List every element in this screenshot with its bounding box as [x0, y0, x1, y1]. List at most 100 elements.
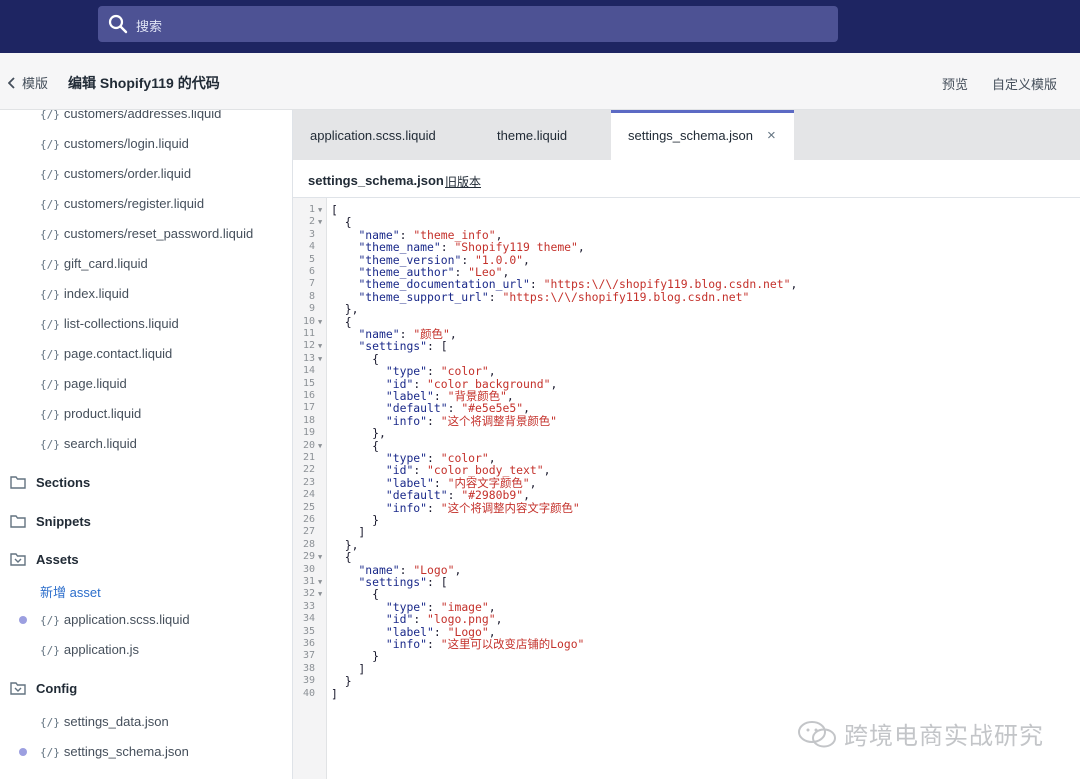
code-line[interactable]: 31 ▼ "settings": [: [293, 576, 1080, 589]
code-line[interactable]: 19 },: [293, 427, 1080, 440]
file-item[interactable]: {/} customers/register.liquid: [40, 196, 204, 211]
code-text: ]: [331, 686, 338, 701]
code-line[interactable]: 39 }: [293, 675, 1080, 688]
line-number: 5: [308, 253, 315, 265]
watermark: 跨境电商实战研究: [796, 716, 1044, 751]
search-icon: [108, 14, 128, 34]
folder-config[interactable]: Config: [10, 679, 77, 697]
search-bar[interactable]: 搜索: [98, 6, 838, 42]
fold-arrow-icon[interactable]: ▼: [318, 204, 322, 217]
add-asset-link[interactable]: 新增 asset: [40, 582, 101, 601]
folder-open-icon: [10, 553, 26, 566]
line-number: 37: [302, 650, 315, 662]
code-line[interactable]: 25 "info": "这个将调整内容文字颜色": [293, 501, 1080, 515]
search-placeholder[interactable]: 搜索: [136, 16, 162, 35]
old-versions-link[interactable]: 旧版本: [445, 173, 481, 190]
fold-arrow-icon[interactable]: ▼: [318, 216, 322, 229]
line-number: 27: [302, 526, 315, 538]
code-line[interactable]: 40]: [293, 688, 1080, 701]
line-number: 10: [302, 315, 315, 327]
line-number: 8: [308, 290, 315, 302]
line-number: 2: [308, 216, 315, 228]
line-number: 34: [302, 613, 315, 625]
line-number: 39: [302, 675, 315, 687]
line-number: 21: [302, 452, 315, 463]
editor-header: 模版 编辑 Shopify119 的代码 预览 自定义模版: [0, 53, 1080, 110]
fold-arrow-icon[interactable]: ▼: [318, 316, 322, 329]
tab-theme-liquid[interactable]: theme.liquid: [497, 110, 567, 160]
fold-arrow-icon[interactable]: ▼: [318, 588, 322, 601]
fold-arrow-icon[interactable]: ▼: [318, 353, 322, 366]
code-line[interactable]: 28 },: [293, 539, 1080, 552]
file-item[interactable]: {/} application.js: [40, 642, 139, 657]
file-item[interactable]: {/} search.liquid: [40, 436, 137, 451]
line-number: 3: [308, 228, 315, 240]
code-file-icon: {/}: [40, 138, 60, 151]
line-number: 17: [302, 402, 315, 414]
code-file-icon: {/}: [40, 110, 60, 121]
file-item[interactable]: {/} list-collections.liquid: [40, 316, 179, 331]
top-bar: 搜索: [0, 0, 1080, 53]
file-item[interactable]: {/} page.contact.liquid: [40, 346, 172, 361]
line-number: 23: [302, 476, 315, 488]
code-line[interactable]: 36 "info": "这里可以改变店铺的Logo": [293, 638, 1080, 651]
customize-theme-button[interactable]: 自定义模版: [992, 74, 1057, 93]
folder-open-icon: [10, 682, 26, 695]
tab-settings-schema[interactable]: settings_schema.json ×: [611, 110, 794, 160]
file-item[interactable]: {/} product.liquid: [40, 406, 141, 421]
folder-assets[interactable]: Assets: [10, 550, 79, 568]
line-number: 40: [302, 687, 315, 699]
code-line[interactable]: 8 "theme_support_url": "https:\/\/shopif…: [293, 291, 1080, 304]
fold-arrow-icon[interactable]: ▼: [318, 551, 322, 564]
file-item[interactable]: {/} application.scss.liquid: [40, 612, 190, 627]
code-text: {: [331, 550, 352, 565]
folder-snippets[interactable]: Snippets: [10, 512, 91, 530]
file-item[interactable]: {/} settings_schema.json: [40, 744, 189, 759]
file-item[interactable]: {/} customers/reset_password.liquid: [40, 226, 253, 241]
close-icon[interactable]: ×: [767, 127, 776, 144]
line-number: 20: [302, 439, 315, 451]
code-file-icon: {/}: [40, 378, 60, 391]
file-item[interactable]: {/} customers/order.liquid: [40, 166, 191, 181]
code-file-icon: {/}: [40, 288, 60, 301]
code-line[interactable]: 37 }: [293, 650, 1080, 663]
code-line[interactable]: 26 }: [293, 514, 1080, 527]
fold-arrow-icon[interactable]: ▼: [318, 340, 322, 353]
tab-application-scss[interactable]: application.scss.liquid: [310, 110, 436, 160]
code-line[interactable]: 12 ▼ "settings": [: [293, 340, 1080, 353]
file-name: settings_schema.json: [308, 173, 444, 188]
fold-arrow-icon[interactable]: ▼: [318, 576, 322, 589]
file-item[interactable]: {/} index.liquid: [40, 286, 129, 301]
preview-button[interactable]: 预览: [942, 74, 968, 93]
code-file-icon: {/}: [40, 746, 60, 759]
page-title: 编辑 Shopify119 的代码: [68, 75, 220, 91]
modified-indicator: [19, 616, 27, 624]
folder-sections[interactable]: Sections: [10, 473, 90, 491]
code-line[interactable]: 29 ▼ {: [293, 551, 1080, 564]
code-line[interactable]: 38 ]: [293, 663, 1080, 676]
code-file-icon: {/}: [40, 408, 60, 421]
line-number: 35: [302, 625, 315, 637]
code-file-icon: {/}: [40, 644, 60, 657]
code-text: }: [331, 674, 352, 689]
back-button[interactable]: 模版: [8, 73, 48, 92]
code-line[interactable]: 9 },: [293, 303, 1080, 316]
file-item[interactable]: {/} customers/login.liquid: [40, 136, 189, 151]
tab-bar: application.scss.liquid theme.liquid set…: [293, 110, 1080, 160]
fold-arrow-icon[interactable]: ▼: [318, 440, 322, 453]
file-item[interactable]: {/} page.liquid: [40, 376, 127, 391]
file-item[interactable]: {/} gift_card.liquid: [40, 256, 148, 271]
file-item[interactable]: {/} customers/addresses.liquid: [40, 110, 221, 121]
line-number: 1: [308, 204, 315, 215]
line-number: 36: [302, 638, 315, 649]
code-line[interactable]: 27 ]: [293, 526, 1080, 539]
line-number: 16: [302, 390, 315, 401]
code-text: "theme_support_url": "https:\/\/shopify1…: [358, 289, 750, 304]
line-number: 12: [302, 340, 315, 352]
file-sidebar[interactable]: {/} customers/addresses.liquid {/} custome…: [0, 110, 293, 779]
folder-icon: [10, 515, 26, 528]
file-item[interactable]: {/} settings_data.json: [40, 714, 169, 729]
line-number: 15: [302, 377, 315, 389]
code-line[interactable]: 1 ▼[: [293, 204, 1080, 217]
code-line[interactable]: 18 "info": "这个将调整背景颜色": [293, 415, 1080, 428]
